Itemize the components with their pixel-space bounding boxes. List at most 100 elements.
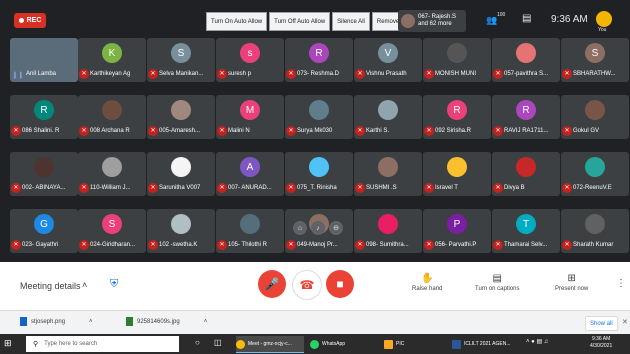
taskbar-whatsapp[interactable]: WhatsApp [310, 336, 360, 352]
mic-muted-icon: ✕ [562, 126, 572, 136]
presenter-name: 067- Rajesh.S [418, 14, 457, 20]
participant-tile[interactable]: V ✕ Vishnu Prasath [354, 38, 422, 82]
taskbar-word[interactable]: ICLILT 2021 AGEN... [452, 336, 522, 352]
participant-tile[interactable]: ✕ Sarunitha V007 [147, 152, 215, 196]
remove-participant-icon[interactable]: ⊖ [329, 221, 343, 235]
participant-tile[interactable]: ✕ Divya B [492, 152, 560, 196]
more-options-icon[interactable]: ⋮ [616, 278, 626, 289]
chevron-up-icon[interactable]: ˄ [89, 319, 93, 325]
participant-tile[interactable]: S ✕ SBHARATHW... [561, 38, 629, 82]
participant-name: 110-William J... [90, 185, 131, 191]
taskbar-clock[interactable]: 9:36 AM 4/30/2021 [590, 336, 612, 350]
participant-photo-avatar [585, 100, 605, 120]
participant-name: SUSHMI .S [366, 185, 397, 191]
participant-tile[interactable]: ✕ 075_T. Rinisha [285, 152, 353, 196]
close-icon[interactable]: ✕ [622, 318, 628, 326]
participant-tile[interactable]: ✕ MONISH MUNI [423, 38, 491, 82]
presenter-chip[interactable]: 067- Rajesh.S and 62 more [398, 10, 466, 32]
participant-tile[interactable]: s ✕ suresh p [216, 38, 284, 82]
captions-label: Turn on captions [475, 286, 520, 292]
participant-tile[interactable]: ✕ 008 Archana R [78, 95, 146, 139]
participant-tile[interactable]: R ✕ 073- Reshma.D [285, 38, 353, 82]
taskbar-search[interactable]: ⚲ Type here to search [26, 336, 179, 352]
participant-tile[interactable]: ✕ 105- Thilothi R [216, 209, 284, 253]
mic-muted-icon: ✕ [79, 69, 89, 79]
participant-photo-avatar [171, 157, 191, 177]
participant-tile[interactable]: R ✕ RAVIJ RA1711... [492, 95, 560, 139]
participant-name: 073- Reshma.D [297, 71, 340, 77]
participant-tile[interactable]: R ✕ 092 Sirisha.R [423, 95, 491, 139]
participant-name: Gokul GV [573, 128, 600, 134]
mic-muted-icon: ✕ [355, 126, 365, 136]
participant-tile[interactable]: ✕ Isravel T [423, 152, 491, 196]
mic-muted-icon: ✕ [493, 183, 503, 193]
turn-on-auto-allow-button[interactable]: Turn On Auto Allow [206, 12, 268, 31]
participant-tile[interactable]: G ✕ 023- Gayathri [10, 209, 78, 253]
taskbar-chrome-meet[interactable]: Meet - gmz-ocjy-c... [236, 336, 304, 353]
windows-start-icon[interactable]: ⊞ [4, 338, 16, 350]
participant-tile[interactable]: ✕ Sharath Kumar [561, 209, 629, 253]
participant-tile[interactable]: ❙❙ Anil Lamba [10, 38, 78, 82]
participant-tile[interactable]: ✕ 072-ReenuV.E [561, 152, 629, 196]
pin-icon[interactable]: ⌂ [293, 221, 307, 235]
participant-initial-avatar: s [240, 43, 260, 63]
participant-tile[interactable]: T ✕ Thamarai Selv... [492, 209, 560, 253]
participant-name: 049-Manoj Pr... [297, 242, 338, 248]
taskbar-folder[interactable]: PIC [384, 336, 424, 352]
participant-photo-avatar [585, 214, 605, 234]
chat-icon[interactable]: ▤ [522, 13, 531, 24]
participant-photo-avatar [309, 100, 329, 120]
meeting-details-button[interactable]: Meeting details [20, 281, 81, 291]
captions-button[interactable]: ▤ Turn on captions [475, 273, 519, 292]
mic-muted-icon: ✕ [148, 126, 158, 136]
participant-tile[interactable]: ✕ ⌂ ♪ ⊖ 049-Manoj Pr... [285, 209, 353, 253]
participant-tile[interactable]: ✕ 110-William J... [78, 152, 146, 196]
chevron-up-icon[interactable]: ˄ [82, 280, 87, 290]
mute-participant-icon[interactable]: ♪ [311, 221, 325, 235]
task-view-icon[interactable]: ◫ [214, 338, 222, 347]
participant-tile[interactable]: ✕ 002- ABINAYA... [10, 152, 78, 196]
end-call-button[interactable]: ☎ [292, 270, 322, 300]
participant-tile[interactable]: ✕ 098- Sumithra... [354, 209, 422, 253]
participant-tile[interactable]: ✕ Karthi S. [354, 95, 422, 139]
download-item[interactable]: 925814609s.jpg ˄ [126, 317, 207, 326]
participant-photo-avatar [378, 214, 398, 234]
present-now-button[interactable]: ⊞ Present now [555, 273, 588, 292]
cortana-icon[interactable]: ○ [195, 338, 200, 347]
mic-muted-icon: ✕ [286, 126, 296, 136]
self-avatar[interactable] [596, 11, 612, 27]
control-bar: Meeting details ˄ ⛨ 🎤 ☎ ■ ✋ Raise hand ▤ T… [0, 262, 630, 310]
download-filename: stjoseph.png [31, 318, 66, 325]
raise-hand-button[interactable]: ✋ Raise hand [412, 273, 442, 292]
participant-tile[interactable]: ✕ 057-pavithra S... [492, 38, 560, 82]
mic-muted-icon: ✕ [355, 69, 365, 79]
mic-muted-icon: ✕ [355, 183, 365, 193]
silence-all-button[interactable]: Silence All [332, 12, 370, 31]
participant-tile[interactable]: ✕ Gokul GV [561, 95, 629, 139]
participant-tile[interactable]: ✕ 102 -swetha.K [147, 209, 215, 253]
participant-tile[interactable]: ✕ Surya Mk030 [285, 95, 353, 139]
camera-off-button[interactable]: ■ [326, 270, 354, 298]
mic-off-button[interactable]: 🎤 [258, 270, 286, 298]
show-all-button[interactable]: Show all [585, 316, 618, 331]
turn-off-auto-allow-button[interactable]: Turn Off Auto Allow [269, 12, 331, 31]
hangup-icon: ☎ [299, 278, 315, 292]
participant-tile[interactable]: ✕ 005-Amaresh... [147, 95, 215, 139]
tile-hover-controls: ⌂ ♪ ⊖ [293, 221, 343, 235]
participant-tile[interactable]: A ✕ 007- ANURAD... [216, 152, 284, 196]
download-item[interactable]: stjoseph.png ˄ [20, 317, 93, 326]
chevron-up-icon[interactable]: ˄ [204, 319, 208, 325]
participant-tile[interactable]: S ✕ Selva Manikan... [147, 38, 215, 82]
clock: 9:36 AM [551, 14, 588, 25]
system-tray-icons[interactable]: ˄ ● ▤ ♫ [526, 338, 548, 345]
participant-name: 007- ANURAD... [228, 185, 272, 191]
participant-tile[interactable]: M ✕ Malini N [216, 95, 284, 139]
security-shield-icon[interactable]: ⛨ [110, 278, 122, 292]
participant-tile[interactable]: R ✕ 086 Shalini. R [10, 95, 78, 139]
participant-tile[interactable]: P ✕ 056- Parvathi.P [423, 209, 491, 253]
participant-tile[interactable]: S ✕ 024-Giridharan... [78, 209, 146, 253]
people-icon[interactable]: 👥 [486, 15, 497, 26]
participant-tile[interactable]: K ✕ Karthikeyan Ag [78, 38, 146, 82]
task-label: WhatsApp [322, 341, 346, 347]
participant-tile[interactable]: ✕ SUSHMI .S [354, 152, 422, 196]
